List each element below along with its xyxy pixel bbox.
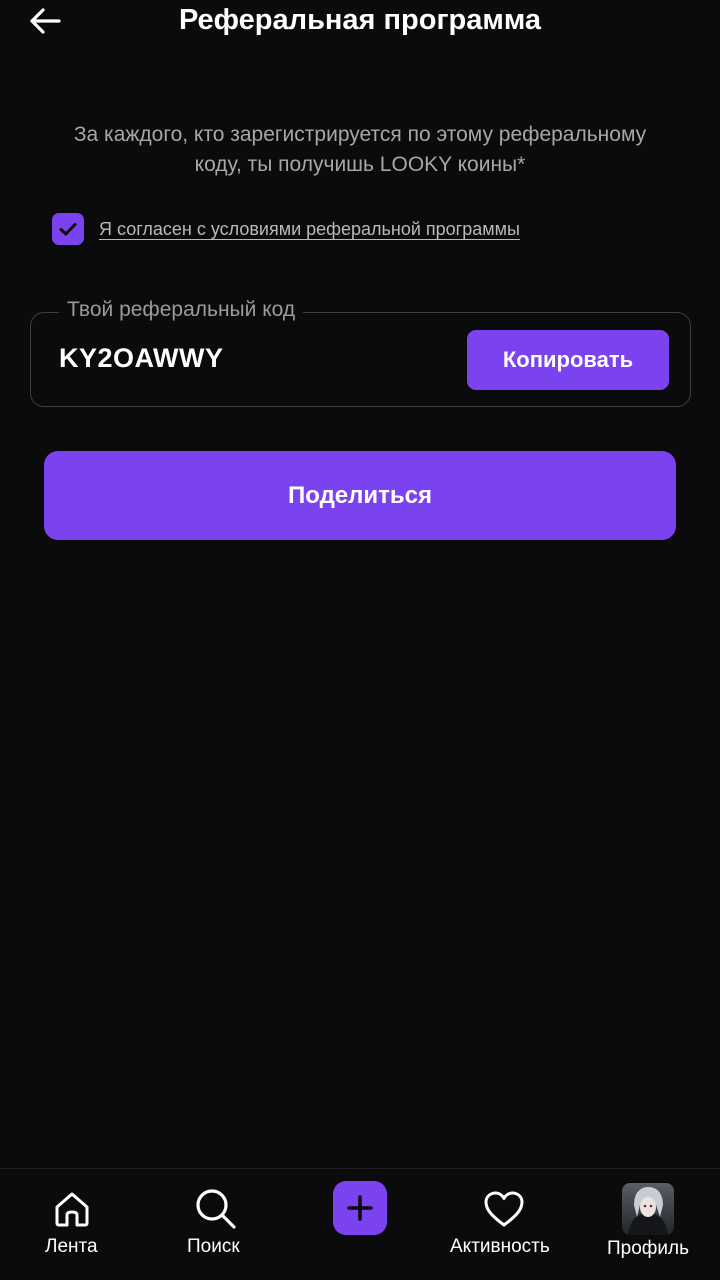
- consent-row: Я согласен с условиями реферальной прогр…: [52, 212, 520, 246]
- consent-checkbox[interactable]: [52, 213, 84, 245]
- tab-activity-label: Активность: [450, 1236, 550, 1257]
- referral-code-field: Твой реферальный код KY2OAWWY Копировать: [30, 298, 691, 407]
- tab-profile[interactable]: Профиль: [600, 1169, 700, 1280]
- tab-search-label: Поиск: [187, 1236, 240, 1257]
- create-button: [333, 1181, 387, 1235]
- tab-feed[interactable]: Лента: [22, 1169, 122, 1280]
- referral-code-legend: Твой реферальный код: [59, 298, 304, 322]
- referral-description: За каждого, кто зарегистрируется по этом…: [73, 123, 647, 176]
- header: Реферальная программа: [0, 0, 720, 48]
- tab-create[interactable]: [320, 1169, 400, 1280]
- avatar: [622, 1183, 674, 1235]
- search-icon: [190, 1183, 242, 1235]
- consent-terms-link[interactable]: Я согласен с условиями реферальной прогр…: [99, 219, 520, 240]
- heart-icon: [478, 1183, 530, 1235]
- share-button[interactable]: Поделиться: [44, 451, 676, 540]
- checkmark-icon: [59, 223, 77, 236]
- avatar-wrapper: [622, 1183, 674, 1235]
- referral-code-value: KY2OAWWY: [59, 343, 224, 373]
- tab-search[interactable]: Поиск: [166, 1169, 266, 1280]
- bottom-tab-bar: Лента Поиск Активность Профиль: [0, 1168, 720, 1280]
- tab-activity[interactable]: Активность: [444, 1169, 564, 1280]
- copy-button[interactable]: Копировать: [467, 330, 669, 390]
- page-title: Реферальная программа: [178, 4, 542, 36]
- tab-feed-label: Лента: [45, 1236, 98, 1257]
- plus-icon: [333, 1181, 387, 1235]
- tab-profile-label: Профиль: [607, 1238, 690, 1259]
- home-icon: [46, 1183, 98, 1235]
